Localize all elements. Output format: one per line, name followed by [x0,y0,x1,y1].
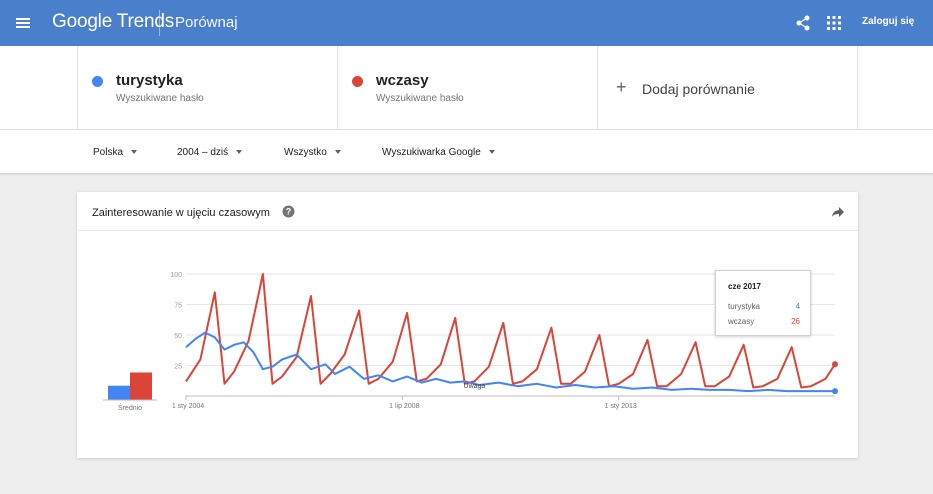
period-dropdown[interactable]: 2004 – dziś [177,147,243,158]
term-card-wczasy[interactable]: wczasy Wyszukiwane hasło [338,46,598,130]
page-title: Porównaj [175,14,238,31]
region-value: Polska [93,147,124,158]
term-color-dot [92,76,103,87]
chart-tooltip: cze 2017 turystyka 4 wczasy 26 [715,270,811,336]
y-tick-label: 100 [170,272,182,279]
term-color-dot [352,76,363,87]
term-name: turystyka [116,72,183,89]
term-card-turystyka[interactable]: turystyka Wyszukiwane hasło [77,46,338,130]
series-line-turystyka [185,331,835,393]
tooltip-date: cze 2017 [728,282,761,291]
apps-grid-icon[interactable] [825,14,843,32]
term-type-label: Wyszukiwane hasło [116,93,204,104]
search-property-value: Wyszukiwarka Google [382,147,481,158]
search-property-dropdown[interactable]: Wyszukiwarka Google [382,147,495,158]
top-app-bar: Google Trends Porównaj Zaloguj się [0,0,933,46]
google-trends-logo[interactable]: Google Trends [52,11,174,33]
note-marker-label: Uwaga [464,383,486,390]
caret-down-icon [488,150,495,155]
caret-down-icon [236,150,243,155]
average-label: Średnio [118,403,142,412]
tooltip-series-value: 26 [791,317,800,326]
series-end-point-wczasy [832,361,838,368]
x-tick-label: 1 lip 2008 [389,403,419,410]
y-tick-label: 25 [174,364,182,371]
period-value: 2004 – dziś [177,147,229,158]
tooltip-series-value: 4 [795,302,800,311]
category-dropdown[interactable]: Wszystko [284,147,341,158]
y-tick-label: 50 [174,333,182,340]
tooltip-series-name: turystyka [728,302,761,311]
term-type-label: Wyszukiwane hasło [376,93,464,104]
menu-icon[interactable] [14,14,32,32]
y-tick-label: 75 [174,303,182,310]
comparison-terms-bar: turystyka Wyszukiwane hasło wczasy Wyszu… [0,46,933,130]
interest-over-time-card: Zainteresowanie w ujęciu czasowym ? 100 7… [77,192,858,458]
term-name: wczasy [376,72,429,89]
share-icon[interactable] [793,13,813,33]
filters-bar: Polska 2004 – dziś Wszystko Wyszukiwarka… [0,130,933,174]
header-divider [159,10,160,36]
plus-icon: + [616,77,627,97]
tooltip-series-name: wczasy [728,317,755,326]
category-value: Wszystko [284,147,327,158]
sign-in-link[interactable]: Zaloguj się [862,16,914,27]
add-comparison-label: Dodaj porównanie [642,81,755,97]
caret-down-icon [131,150,138,155]
caret-down-icon [334,150,341,155]
series-end-point-turystyka [832,388,838,395]
add-comparison-button[interactable]: + Dodaj porównanie [598,46,858,130]
region-dropdown[interactable]: Polska [93,147,138,158]
average-bar-wczasy [130,372,152,400]
x-tick-label: 1 sty 2013 [605,403,637,410]
average-bar-turystyka [108,385,130,400]
x-tick-label: 1 sty 2004 [172,403,204,410]
